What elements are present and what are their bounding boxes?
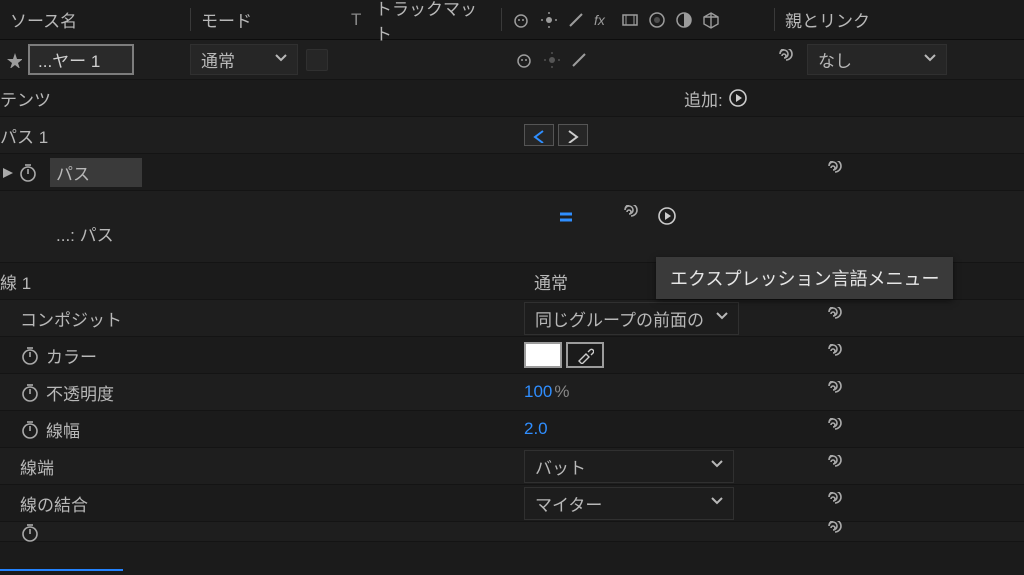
parent-dropdown[interactable]: なし (807, 44, 947, 75)
path-group-label: パス 1 (0, 123, 524, 148)
color-label: カラー (46, 343, 97, 368)
stopwatch-icon[interactable] (18, 162, 38, 182)
property-link-icon[interactable] (824, 381, 846, 403)
opacity-value[interactable]: 100 (524, 382, 552, 402)
shape-layer-star-icon (0, 52, 22, 68)
line-cap-row: 線端 バット (0, 448, 1024, 485)
twirl-icon[interactable] (0, 165, 14, 179)
shy-switch[interactable] (515, 50, 535, 70)
line-cap-label: 線端 (0, 454, 524, 479)
property-link-icon[interactable] (824, 455, 846, 477)
color-swatch[interactable] (524, 342, 562, 368)
next-keyframe-button[interactable] (558, 124, 588, 146)
collapse-icon (539, 10, 559, 30)
expression-enable-icon[interactable] (558, 208, 574, 224)
parent-value: なし (818, 47, 852, 72)
opacity-label: 不透明度 (46, 380, 114, 405)
expression-row: ...: パス (0, 191, 1024, 263)
keyframe-nav (524, 124, 588, 146)
property-link-icon[interactable] (824, 307, 846, 329)
property-link-icon[interactable] (824, 521, 846, 543)
stopwatch-icon[interactable] (20, 522, 40, 542)
path-property-label: パス (50, 158, 142, 187)
chevron-down-icon (711, 460, 723, 472)
opacity-unit: % (554, 382, 569, 402)
expression-pickwhip-icon[interactable] (620, 205, 642, 227)
col-mode-label: モード (201, 7, 252, 32)
line-join-row: 線の結合 マイター (0, 485, 1024, 522)
eyedropper-button[interactable] (566, 342, 604, 368)
quality-switch[interactable] (569, 50, 589, 70)
col-parent-link-label: 親とリンク (785, 7, 870, 32)
parent-pickwhip-icon[interactable] (775, 49, 797, 71)
fx-icon (593, 10, 613, 30)
stroke-width-label: 線幅 (46, 417, 80, 442)
layer-row[interactable]: ...ヤー 1 通常 なし (0, 40, 1024, 80)
chevron-down-icon (711, 497, 723, 509)
preserve-transparency-switch[interactable] (306, 49, 328, 71)
stopwatch-icon[interactable] (20, 382, 40, 402)
property-link-icon[interactable] (824, 492, 846, 514)
col-source-name-label: ソース名 (10, 7, 77, 32)
adjustment-icon (674, 10, 694, 30)
col-preserve-transparency[interactable]: T (341, 0, 365, 39)
stroke-width-row: 線幅 2.0 (0, 411, 1024, 448)
expression-label: ...: パス (0, 205, 524, 246)
property-link-icon[interactable] (824, 418, 846, 440)
stroke-mode-value: 通常 (534, 269, 568, 294)
composite-row: コンポジット 同じグループの前面の (0, 300, 1024, 337)
timeline-columns-header: ソース名 モード T トラックマット 親とリンク (0, 0, 1024, 40)
shy-icon (512, 10, 532, 30)
color-row: カラー (0, 337, 1024, 374)
layer-name[interactable]: ...ヤー 1 (28, 44, 134, 75)
frame-blend-icon (620, 10, 640, 30)
col-track-matte[interactable]: トラックマット (365, 0, 501, 39)
opacity-row: 不透明度 100% (0, 374, 1024, 411)
add-label: 追加: (684, 86, 723, 111)
chevron-down-icon (275, 54, 287, 66)
collapse-switch[interactable] (542, 50, 562, 70)
expression-language-menu-icon[interactable] (658, 207, 676, 225)
composite-dropdown[interactable]: 同じグループの前面の (524, 302, 739, 335)
col-parent-link[interactable]: 親とリンク (775, 0, 1024, 39)
stopwatch-icon[interactable] (20, 345, 40, 365)
col-source-name[interactable]: ソース名 (0, 0, 190, 39)
composite-value: 同じグループの前面の (535, 306, 704, 331)
contents-label: テンツ (0, 86, 684, 111)
add-button-play-icon[interactable] (729, 89, 747, 107)
chevron-down-icon (716, 312, 728, 324)
stroke-group-row[interactable]: 線 1 通常 (0, 263, 1024, 300)
col-t-label: T (351, 10, 361, 30)
stroke-width-value[interactable]: 2.0 (524, 419, 548, 439)
stroke-group-label: 線 1 (0, 269, 524, 294)
blend-mode-dropdown[interactable]: 通常 (190, 44, 298, 75)
three-d-icon (701, 10, 721, 30)
property-link-icon[interactable] (824, 161, 846, 183)
property-link-icon[interactable] (824, 344, 846, 366)
cutoff-row (0, 522, 1024, 542)
line-cap-dropdown[interactable]: バット (524, 450, 734, 483)
line-cap-value: バット (535, 454, 586, 479)
col-track-matte-label: トラックマット (375, 0, 491, 45)
stopwatch-icon[interactable] (20, 419, 40, 439)
time-indicator-line (0, 569, 1024, 571)
path-group-row[interactable]: パス 1 (0, 117, 1024, 154)
composite-label: コンポジット (0, 306, 524, 331)
contents-row[interactable]: テンツ 追加: (0, 80, 1024, 117)
col-mode[interactable]: モード (191, 0, 341, 39)
line-join-value: マイター (535, 491, 602, 516)
chevron-down-icon (924, 54, 936, 66)
prev-keyframe-button[interactable] (524, 124, 554, 146)
line-join-label: 線の結合 (0, 491, 524, 516)
line-join-dropdown[interactable]: マイター (524, 487, 734, 520)
stroke-mode-dropdown[interactable]: 通常 (524, 266, 684, 297)
blend-mode-value: 通常 (201, 47, 235, 72)
motion-blur-icon (647, 10, 667, 30)
path-property-row[interactable]: パス (0, 154, 1024, 191)
switch-icons-header (502, 0, 774, 39)
quality-icon (566, 10, 586, 30)
